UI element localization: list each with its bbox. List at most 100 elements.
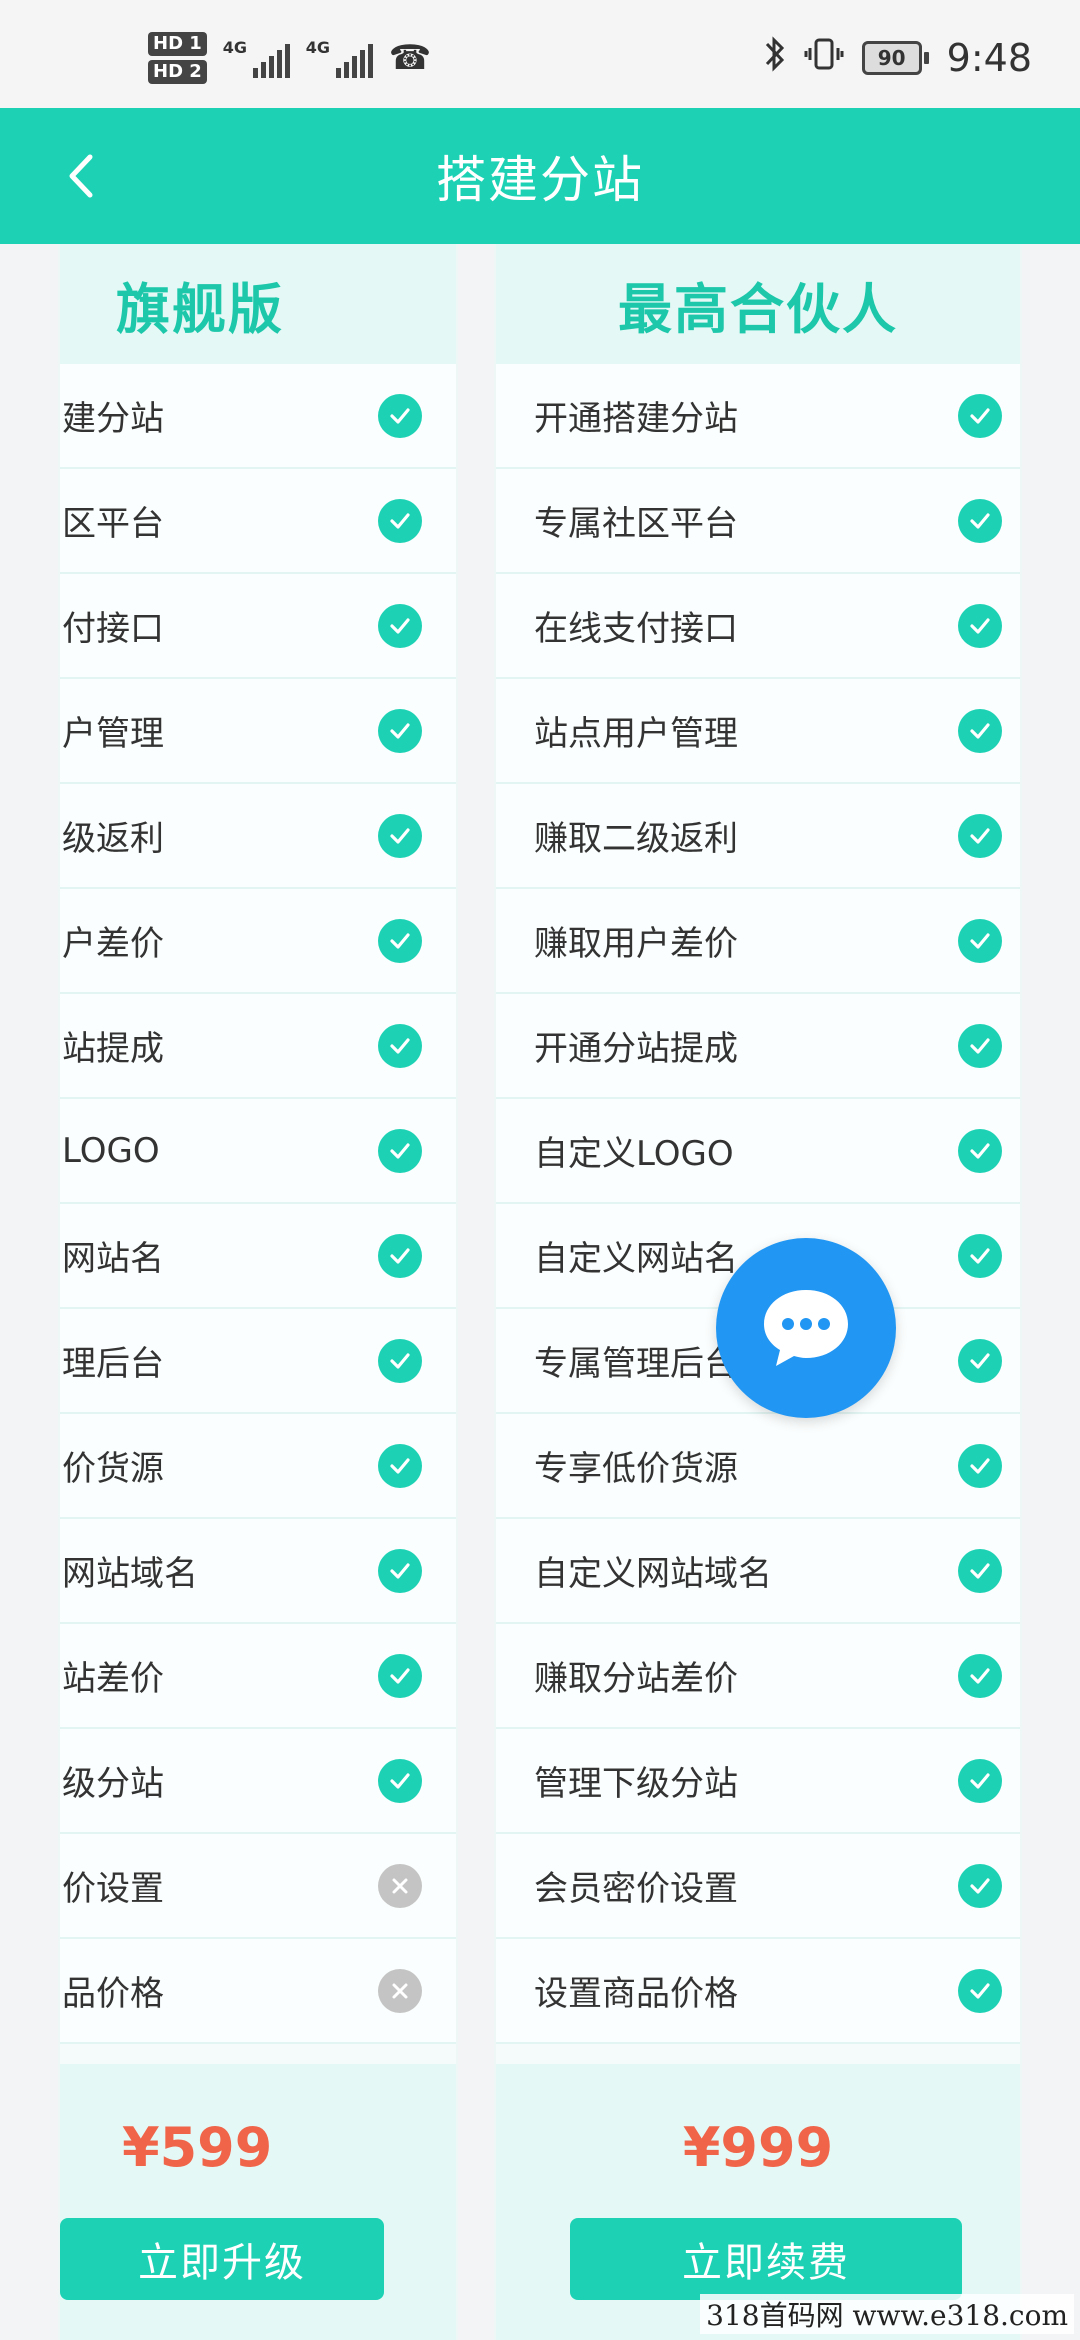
- vibrate-icon: [804, 34, 844, 83]
- price-area: ¥599 立即升级: [60, 2064, 456, 2340]
- feature-label: 专属社区平台: [534, 504, 738, 544]
- x-circle-icon: [378, 1863, 422, 1908]
- feature-label: 网站域名: [62, 1554, 198, 1594]
- plan-price: ¥599: [122, 2116, 273, 2179]
- feature-label: 开通搭建分站: [534, 399, 738, 439]
- feature-label: 设置商品价格: [534, 1974, 738, 2014]
- network-1-label: 4G: [222, 38, 248, 57]
- feature-label: 会员密价设置: [534, 1869, 738, 1909]
- check-circle-icon: [958, 1023, 1002, 1068]
- feature-row: 站差价: [60, 1624, 456, 1729]
- page-title: 搭建分站: [436, 151, 644, 209]
- status-left: HD 1 HD 2 4G 4G ☎: [148, 30, 431, 86]
- plan-card-flagship: 旗舰版 建分站区平台 付接口户管理级返利户差价站提成 LOGO 网站名理后台价货源网站…: [60, 244, 456, 2340]
- feature-row: 户管理: [60, 679, 456, 784]
- check-circle-icon: [378, 1548, 422, 1593]
- renew-button[interactable]: 立即续费: [570, 2218, 962, 2300]
- feature-row: 网站名: [60, 1204, 456, 1309]
- feature-row: 区平台: [60, 469, 456, 574]
- plan-title: 最高合伙人: [496, 244, 1020, 364]
- check-circle-icon: [958, 1863, 1002, 1908]
- feature-label: 在线支付接口: [534, 609, 738, 649]
- battery-level: 90: [861, 41, 922, 75]
- check-circle-icon: [958, 1233, 1002, 1278]
- feature-row: 级返利: [60, 784, 456, 889]
- hd2-badge: HD 2: [148, 60, 207, 84]
- feature-row: LOGO: [60, 1099, 456, 1204]
- check-circle-icon: [378, 918, 422, 963]
- feature-row: 专享低价货源: [496, 1414, 1020, 1519]
- upgrade-button[interactable]: 立即升级: [60, 2218, 384, 2300]
- check-circle-icon: [378, 1233, 422, 1278]
- check-circle-icon: [378, 603, 422, 648]
- feature-row: 户差价: [60, 889, 456, 994]
- plans-area[interactable]: 旗舰版 建分站区平台 付接口户管理级返利户差价站提成 LOGO 网站名理后台价货源网站…: [0, 244, 1080, 2340]
- check-circle-icon: [958, 1128, 1002, 1173]
- feature-label: 价货源: [62, 1449, 164, 1489]
- check-circle-icon: [378, 1128, 422, 1173]
- feature-label: 开通分站提成: [534, 1029, 738, 1069]
- signal-1-icon: 4G: [223, 38, 290, 78]
- hd-indicators: HD 1 HD 2: [148, 32, 207, 84]
- feature-list: 开通搭建分站 专属社区平台 在线支付接口 站点用户管理 赚取二级返利 赚取用户差价 开通分站…: [496, 364, 1020, 2044]
- feature-label: 自定义网站域名: [534, 1554, 772, 1594]
- feature-label: 户管理: [62, 714, 164, 754]
- check-circle-icon: [378, 498, 422, 543]
- feature-label: 管理下级分站: [534, 1764, 738, 1804]
- check-circle-icon: [958, 1338, 1002, 1383]
- status-bar: HD 1 HD 2 4G 4G ☎ 90 9:48: [0, 0, 1080, 108]
- feature-label: 站差价: [62, 1659, 164, 1699]
- watermark: 318首码网 www.e318.com: [700, 2294, 1074, 2334]
- feature-row: 级分站: [60, 1729, 456, 1834]
- check-circle-icon: [958, 393, 1002, 438]
- feature-row: 价设置: [60, 1834, 456, 1939]
- feature-row: 赚取分站差价: [496, 1624, 1020, 1729]
- feature-row: 付接口: [60, 574, 456, 679]
- check-circle-icon: [378, 813, 422, 858]
- feature-row: 会员密价设置: [496, 1834, 1020, 1939]
- x-circle-icon: [378, 1968, 422, 2013]
- check-circle-icon: [378, 1023, 422, 1068]
- check-circle-icon: [958, 1443, 1002, 1488]
- feature-row: 价货源: [60, 1414, 456, 1519]
- feature-label: 级返利: [62, 819, 164, 859]
- feature-list: 建分站区平台 付接口户管理级返利户差价站提成 LOGO 网站名理后台价货源网站域名站差…: [60, 364, 456, 2044]
- hd1-badge: HD 1: [148, 32, 207, 56]
- feature-label: 赚取用户差价: [534, 924, 738, 964]
- check-circle-icon: [958, 708, 1002, 753]
- feature-label: 专享低价货源: [534, 1449, 738, 1489]
- feature-label: 自定义LOGO: [534, 1134, 734, 1174]
- network-2-label: 4G: [305, 38, 331, 57]
- feature-row: 专属社区平台: [496, 469, 1020, 574]
- feature-label: 户差价: [62, 924, 164, 964]
- feature-row: 理后台: [60, 1309, 456, 1414]
- feature-row: 管理下级分站: [496, 1729, 1020, 1834]
- feature-label: 理后台: [62, 1344, 164, 1384]
- app-header: 搭建分站: [0, 108, 1080, 244]
- feature-label: 级分站: [62, 1764, 164, 1804]
- feature-row: 自定义LOGO: [496, 1099, 1020, 1204]
- feature-label: 站提成: [62, 1029, 164, 1069]
- check-circle-icon: [958, 813, 1002, 858]
- chat-bubble-icon: [764, 1290, 848, 1366]
- check-circle-icon: [378, 1338, 422, 1383]
- check-circle-icon: [958, 1548, 1002, 1593]
- feature-label: 品价格: [62, 1974, 164, 2014]
- feature-row: 赚取用户差价: [496, 889, 1020, 994]
- feature-row: 开通分站提成: [496, 994, 1020, 1099]
- chat-button[interactable]: [716, 1238, 896, 1418]
- feature-label: 价设置: [62, 1869, 164, 1909]
- feature-label: 建分站: [62, 399, 164, 439]
- check-circle-icon: [958, 1758, 1002, 1803]
- plan-title: 旗舰版: [60, 244, 456, 364]
- plan-price: ¥999: [682, 2116, 834, 2179]
- feature-row: 赚取二级返利: [496, 784, 1020, 889]
- check-circle-icon: [378, 708, 422, 753]
- feature-row: 开通搭建分站: [496, 364, 1020, 469]
- feature-row: 网站域名: [60, 1519, 456, 1624]
- missed-call-icon: ☎: [388, 38, 432, 78]
- clock: 9:48: [946, 36, 1032, 80]
- check-circle-icon: [958, 918, 1002, 963]
- feature-row: 在线支付接口: [496, 574, 1020, 679]
- battery-icon: 90: [861, 41, 929, 75]
